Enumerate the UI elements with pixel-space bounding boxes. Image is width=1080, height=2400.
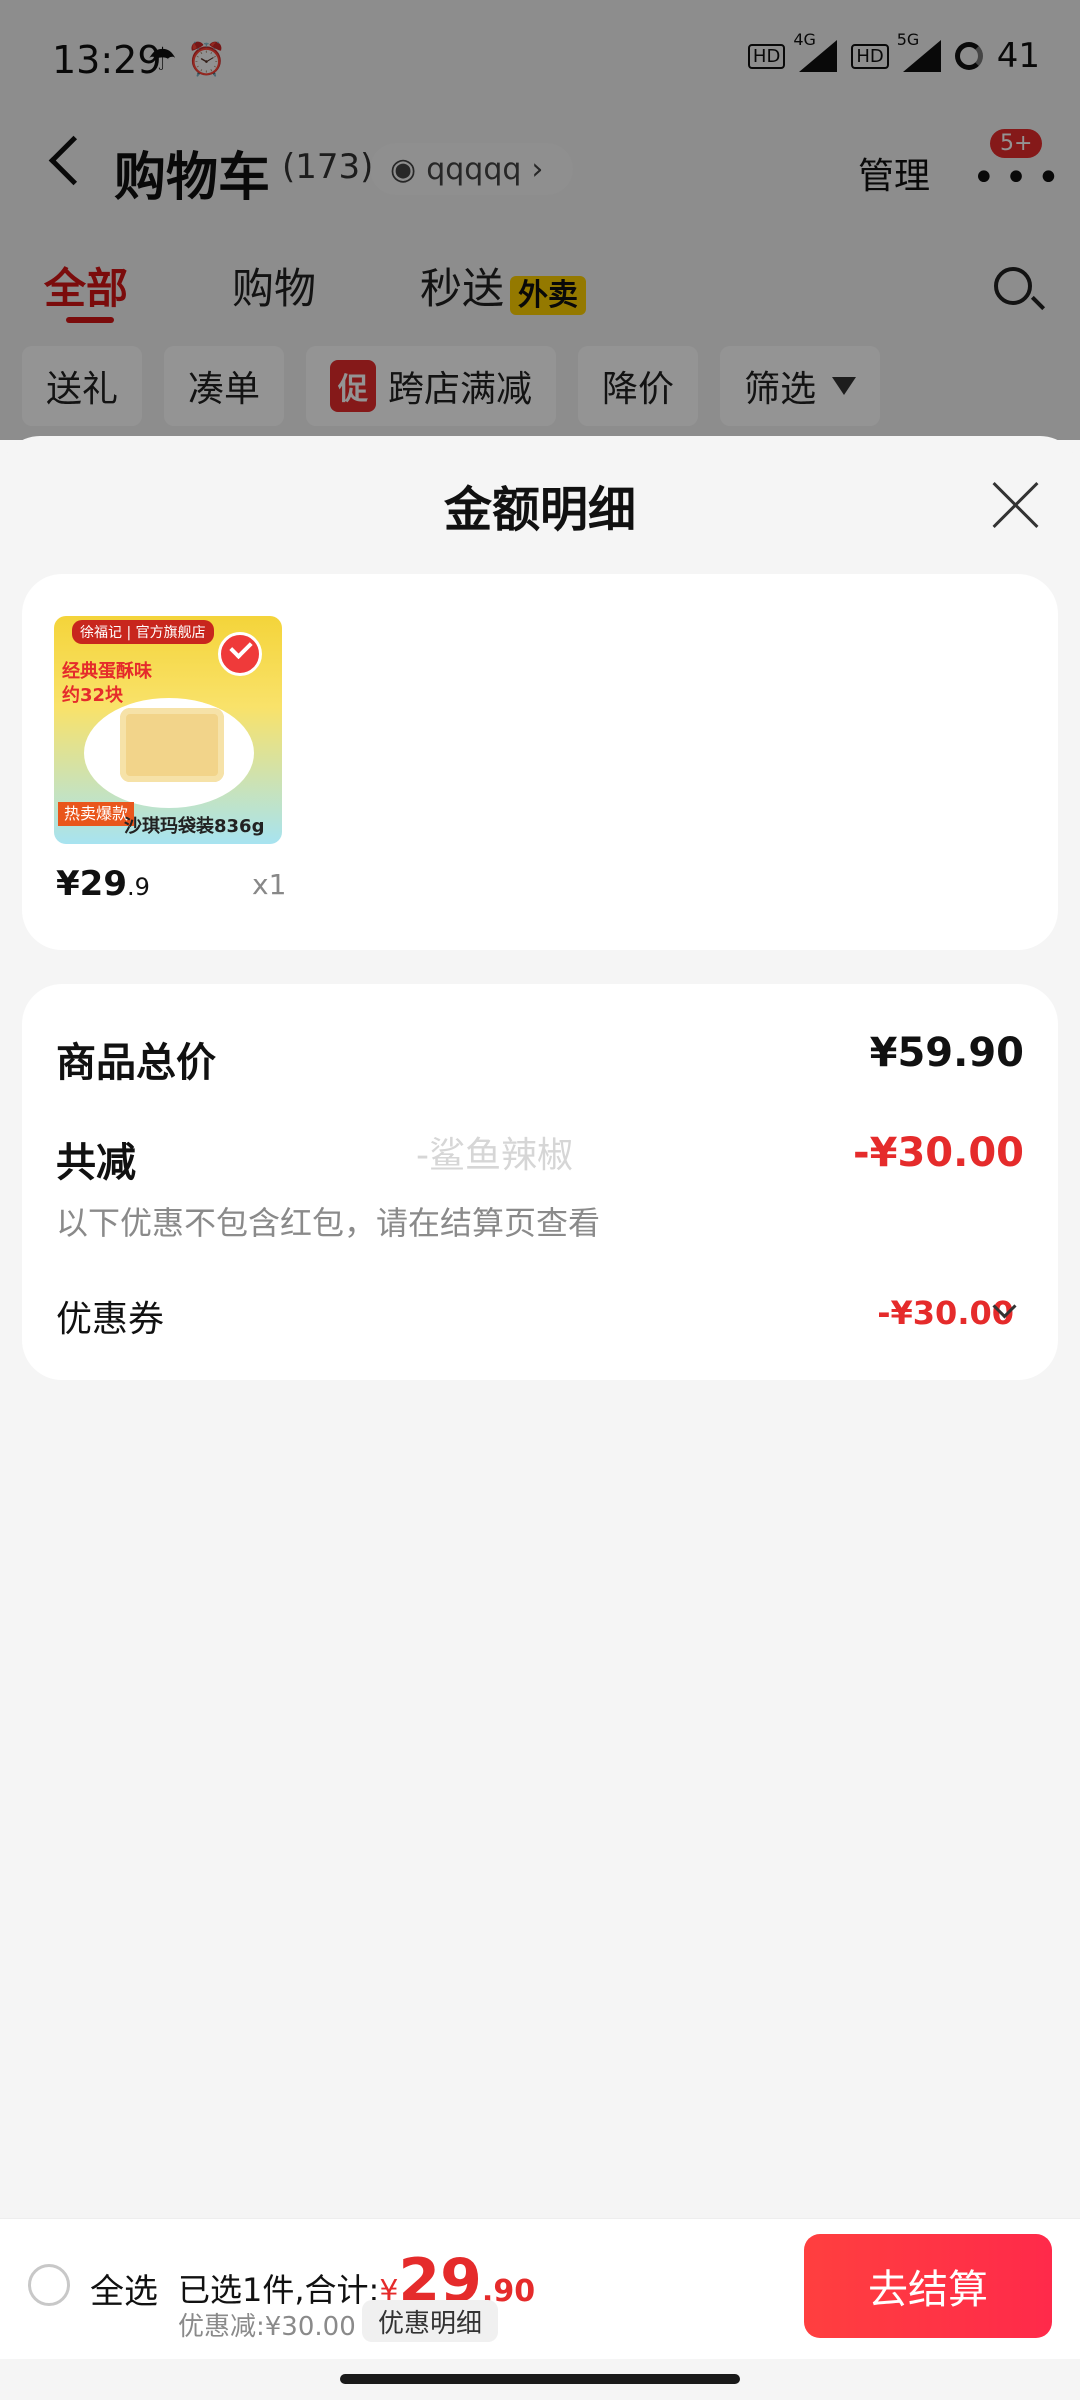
watermark-text: -鲨鱼辣椒 <box>416 1135 573 1176</box>
image-brand: 徐福记 | 官方旗舰店 <box>72 620 214 644</box>
overlay-dim[interactable] <box>0 0 1080 440</box>
reduction-value: -¥30.00 <box>853 1130 1024 1176</box>
checkout-button[interactable]: 去结算 <box>804 2234 1052 2338</box>
item-price: ¥29.9 <box>56 864 150 904</box>
coupon-label: 优惠券 <box>56 1299 165 1340</box>
selected-text: 已选1件,合计: <box>178 2271 380 2309</box>
select-all-radio[interactable] <box>28 2264 70 2306</box>
reduction-note: 以下优惠不包含红包，请在结算页查看 <box>56 1204 601 1242</box>
item-quantity: x1 <box>252 868 287 901</box>
coupon-value[interactable]: -¥30.00 <box>877 1294 1014 1332</box>
sheet-title: 金额明细 <box>443 482 636 538</box>
close-icon[interactable] <box>990 480 1040 530</box>
discount-detail-button[interactable]: 优惠明细 <box>362 2300 499 2342</box>
image-product-name: 沙琪玛袋装836g <box>124 816 265 837</box>
home-indicator[interactable] <box>340 2374 740 2384</box>
image-hot-tag: 热卖爆款 <box>58 802 135 826</box>
image-cake <box>120 708 224 782</box>
reduction-label: 共减 <box>56 1140 136 1186</box>
select-all-label[interactable]: 全选 <box>90 2264 158 2313</box>
selected-check-icon[interactable] <box>218 632 262 676</box>
discount-text: 优惠减:¥30.00 <box>178 2312 356 2342</box>
total-value: ¥59.90 <box>869 1030 1024 1076</box>
total-label: 商品总价 <box>56 1040 216 1086</box>
